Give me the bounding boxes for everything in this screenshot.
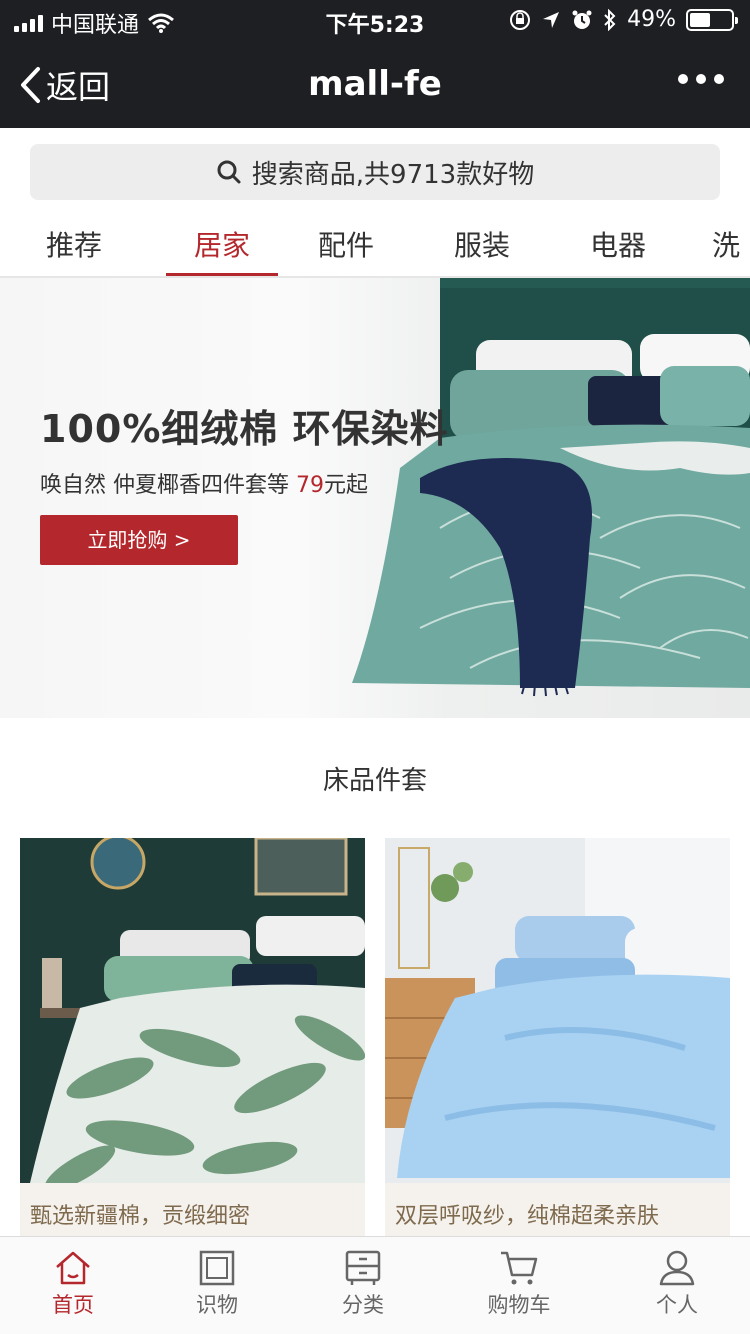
location-icon [543,11,560,28]
tab-accessories[interactable]: 配件 [278,214,414,276]
product-image [385,838,730,1183]
buy-now-button[interactable]: 立即抢购 > [40,515,238,565]
product-name: 双层呼吸纱，纯棉超柔亲肤 [395,1204,660,1229]
home-icon [56,1251,90,1285]
alarm-icon [572,10,592,29]
banner-price: 79 [296,473,324,498]
tabbar-category-label: 分类 [342,1293,384,1317]
more-menu-button[interactable] [678,74,724,84]
tab-electronics[interactable]: 电器 [550,214,686,276]
battery-icon [686,8,738,31]
tabbar-discover[interactable]: 识物 [162,1237,272,1334]
banner-headline: 100%细绒棉 环保染料 [40,407,449,451]
rotation-lock-icon [510,9,531,30]
tab-home[interactable]: 居家 [166,214,278,276]
more-dot-icon [696,74,706,84]
tab-wash[interactable]: 洗 [712,214,750,276]
search-bar[interactable]: 搜索商品,共9713款好物 [30,144,720,200]
status-right: 49% [509,7,738,32]
page-title: mall-fe [308,64,442,104]
category-tabs: 推荐 居家 配件 服装 电器 洗 [0,214,750,278]
search-placeholder: 搜索商品,共9713款好物 [251,159,535,190]
status-bar: 中国联通 下午5:23 49% [0,0,750,40]
category-icon [345,1250,381,1285]
banner-subtitle-text: 唤自然 仲夏椰香四件套等 [40,473,296,498]
bluetooth-icon [604,8,616,31]
product-card[interactable]: 甄选新疆棉，贡缎细密 [20,838,365,1238]
battery-percent: 49% [627,7,676,32]
more-dot-icon [714,74,724,84]
product-card[interactable]: 双层呼吸纱，纯棉超柔亲肤 [385,838,730,1238]
tabbar-category[interactable]: 分类 [308,1237,418,1334]
banner-subtitle: 唤自然 仲夏椰香四件套等 79元起 [40,467,449,499]
square-icon [199,1250,235,1286]
banner-price-unit: 元起 [324,473,369,498]
tab-recommend[interactable]: 推荐 [6,214,142,276]
tabbar-profile-label: 个人 [656,1293,698,1317]
bottom-tab-bar: 首页 识物 分类 购物车 个人 [0,1236,750,1334]
promo-banner[interactable]: 100%细绒棉 环保染料 唤自然 仲夏椰香四件套等 79元起 立即抢购 > [0,278,750,718]
product-image [20,838,365,1183]
banner-text: 100%细绒棉 环保染料 唤自然 仲夏椰香四件套等 79元起 [40,398,449,499]
tabbar-cart[interactable]: 购物车 [464,1237,574,1334]
search-icon [217,160,241,184]
user-icon [659,1250,695,1286]
tabbar-home[interactable]: 首页 [18,1237,128,1334]
cart-icon [501,1251,538,1285]
tabbar-discover-label: 识物 [196,1293,238,1317]
more-dot-icon [678,74,688,84]
tabbar-profile[interactable]: 个人 [622,1237,732,1334]
tabbar-cart-label: 购物车 [487,1293,551,1317]
tab-clothing[interactable]: 服装 [414,214,550,276]
tabbar-home-label: 首页 [52,1293,94,1317]
nav-bar: 返回 mall-fe [0,40,750,128]
product-name: 甄选新疆棉，贡缎细密 [30,1204,251,1229]
section-title: 床品件套 [322,766,427,796]
